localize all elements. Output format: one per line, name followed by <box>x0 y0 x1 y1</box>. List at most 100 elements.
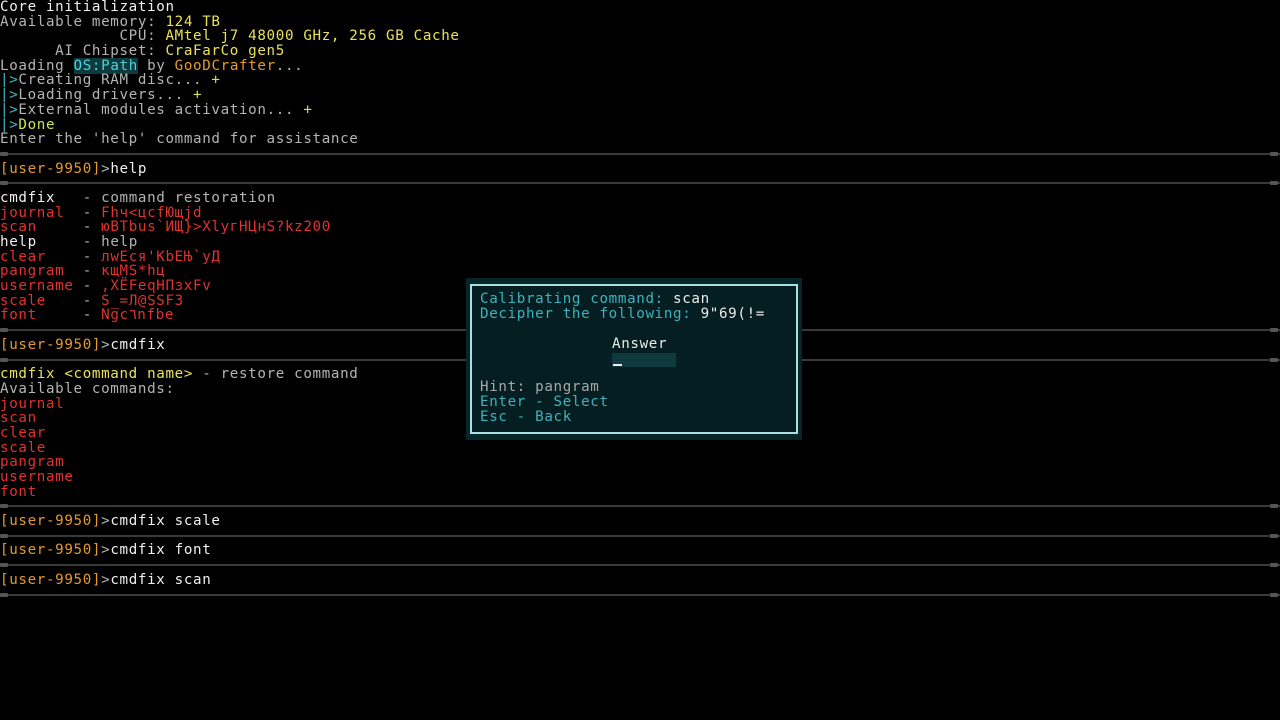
loading-suffix: ... <box>275 57 304 74</box>
help-entry-name: pangram <box>0 263 74 280</box>
help-entry-name: scan <box>0 219 74 236</box>
step-prefix: |> <box>0 72 19 89</box>
help-entry-name: font <box>0 307 74 324</box>
prompt-arrow: > <box>101 542 111 559</box>
memory-label: Available memory: <box>0 13 166 30</box>
chipset-label: AI Chipset: <box>0 43 166 60</box>
chipset-line: AI Chipset: CraFarCo gen5 <box>0 44 1280 59</box>
boot-step: |>Loading drivers... + <box>0 88 1280 103</box>
esc-back-hint[interactable]: Esc - Back <box>480 410 572 425</box>
usage-desc: - restore command <box>193 366 359 383</box>
cpu-value: AMtel j7 48000 GHz, 256 GB Cache <box>165 28 460 45</box>
calibration-dialog: Calibrating command: scan Decipher the f… <box>466 278 802 440</box>
command-line: [user-9950]>cmdfix font <box>0 543 1280 558</box>
step-text: External modules activation... <box>18 101 304 118</box>
dialog-border: Calibrating command: scan Decipher the f… <box>470 284 798 434</box>
step-status: + <box>303 101 313 118</box>
prompt-arrow: > <box>101 513 111 530</box>
step-prefix: |> <box>0 87 19 104</box>
prompt-arrow: > <box>101 571 111 588</box>
help-entry-dash: - <box>73 189 102 206</box>
prompt: [user-9950] <box>0 160 102 177</box>
calibrating-label: Calibrating command: <box>480 291 674 307</box>
command-line: [user-9950]>cmdfix scale <box>0 514 1280 529</box>
step-status: + <box>193 87 203 104</box>
chipset-value: CraFarCo gen5 <box>165 43 285 60</box>
help-entry-desc: лwEcя'KbEЊ`yД <box>101 248 221 265</box>
help-entry: cmdfix - command restoration <box>0 191 1280 206</box>
prompt: [user-9950] <box>0 513 102 530</box>
help-entry-name: help <box>0 234 74 250</box>
decipher-line: Decipher the following: 9"69(!= <box>480 307 765 322</box>
os-name: OS:Path <box>73 57 138 74</box>
help-entry-desc: Ngc٦nfbe <box>101 307 175 324</box>
available-command: font <box>0 483 37 500</box>
available-command: scale <box>0 439 46 456</box>
help-entry-name: journal <box>0 204 74 221</box>
decipher-value: 9"69(!= <box>700 306 765 322</box>
command-text: help <box>110 160 148 177</box>
step-text: Loading drivers... <box>18 87 194 104</box>
loading-by: by <box>137 57 175 74</box>
help-entry-dash: - <box>73 278 102 295</box>
help-entry-desc: help <box>101 234 138 250</box>
separator <box>0 176 1280 191</box>
command-text: cmdfix scan <box>110 571 212 588</box>
step-status: + <box>211 72 221 89</box>
help-entry-dash: - <box>73 263 102 280</box>
prompt-arrow: > <box>101 160 111 177</box>
text-cursor <box>613 364 622 366</box>
prompt: [user-9950] <box>0 336 102 353</box>
step-text: Creating RAM disc... <box>18 72 212 89</box>
help-entry-dash: - <box>73 292 102 309</box>
separator <box>0 147 1280 162</box>
help-entry-desc: юBTbus`ИЩ}>XlyгHЦнS?kz200 <box>101 219 331 236</box>
prompt: [user-9950] <box>0 571 102 588</box>
help-entry-dash: - <box>73 219 102 236</box>
help-entry-dash: - <box>73 204 102 221</box>
cpu-line: CPU: AMtel j7 48000 GHz, 256 GB Cache <box>0 29 1280 44</box>
answer-label: Answer <box>612 336 668 352</box>
help-entry-desc: command restoration <box>101 189 276 206</box>
separator <box>0 588 1280 603</box>
help-entry: help - help <box>0 235 1280 250</box>
enter-select-hint[interactable]: Enter - Select <box>480 395 609 410</box>
boot-title: Core initialization <box>0 0 175 15</box>
boot-step: |>Done <box>0 116 1280 133</box>
loading-prefix: Loading <box>0 57 74 74</box>
boot-step: |>External modules activation... + <box>0 101 1280 118</box>
help-entry-dash: - <box>73 248 102 265</box>
help-entry-desc: Fhч<цcfЮщjd <box>101 204 203 221</box>
command-line: [user-9950]>help <box>0 160 1280 177</box>
help-entry-name: scale <box>0 292 74 309</box>
help-entry: scan - юBTbus`ИЩ}>XlyгHЦнS?kz200 <box>0 220 1280 235</box>
help-entry-dash: - <box>73 234 102 250</box>
available-command: pangram <box>0 454 65 471</box>
help-entry-desc: S_=Л@SSFЗ <box>101 292 184 309</box>
help-entry-name: username <box>0 278 74 295</box>
help-entry: journal - Fhч<цcfЮщjd <box>0 204 1280 221</box>
separator <box>0 499 1280 514</box>
step-prefix: |> <box>0 101 19 118</box>
help-hint: Enter the 'help' command for assistance <box>0 131 359 148</box>
hint-text: Hint: pangram <box>480 379 600 395</box>
boot-step: |>Creating RAM disc... + <box>0 73 1280 88</box>
help-entry-desc: кщMS*hц <box>101 263 166 280</box>
help-entry-name: cmdfix <box>0 189 74 206</box>
step-text: Done <box>18 116 56 133</box>
command-text: cmdfix scale <box>110 513 221 530</box>
help-entry-desc: ,XЁFeqHПзxFv <box>101 278 212 295</box>
separator <box>0 558 1280 573</box>
prompt: [user-9950] <box>0 542 102 559</box>
calibrating-value: scan <box>673 291 710 307</box>
available-command: username <box>0 469 74 485</box>
author-name: GooDCrafter <box>174 57 276 74</box>
memory-line: Available memory: 124 TB <box>0 13 1280 30</box>
memory-value: 124 TB <box>165 13 221 30</box>
prompt-arrow: > <box>101 336 111 353</box>
calibrating-line: Calibrating command: scan <box>480 292 710 307</box>
command-text: cmdfix font <box>110 542 212 559</box>
cpu-label: CPU: <box>0 28 166 45</box>
command-line: [user-9950]>cmdfix scan <box>0 571 1280 588</box>
help-entry-name: clear <box>0 248 74 265</box>
